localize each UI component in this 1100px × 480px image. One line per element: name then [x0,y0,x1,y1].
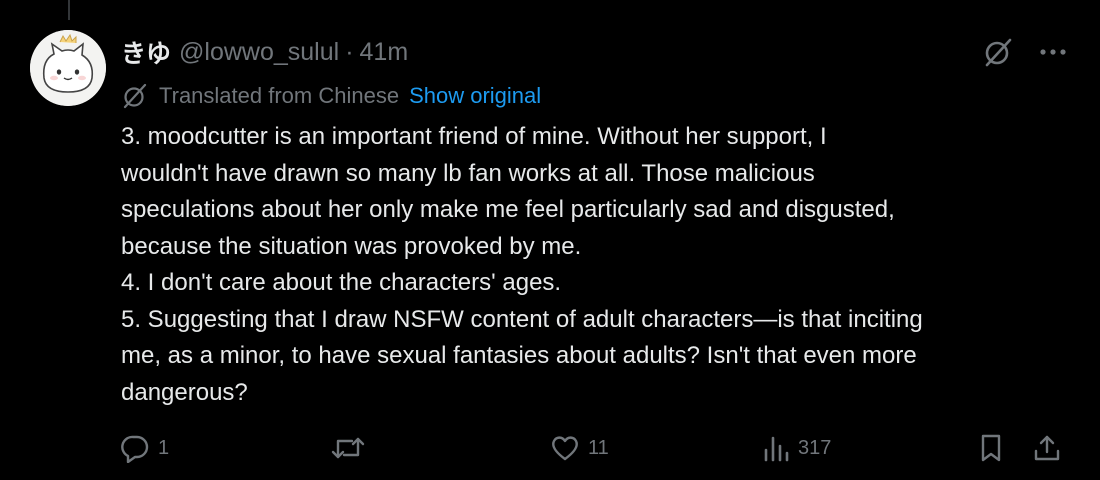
views-button[interactable]: 317 [762,428,831,468]
timestamp[interactable]: 41m [360,38,409,67]
reply-button[interactable]: 1 [120,428,169,468]
tweet-text-line: dangerous? [121,378,248,406]
heart-icon [550,434,580,462]
more-icon[interactable] [1040,48,1066,56]
tweet-text-line: because the situation was provoked by me… [121,232,582,260]
share-button[interactable] [1032,428,1062,468]
show-original-link[interactable]: Show original [409,83,541,109]
tweet-text-line: 5. Suggesting that I draw NSFW content o… [121,305,923,333]
bookmark-icon [978,433,1004,463]
user-handle[interactable]: @lowwo_sulul [179,38,339,67]
tweet-text-line: 4. I don't care about the characters' ag… [121,269,562,296]
bookmark-button[interactable] [978,428,1004,468]
reply-count: 1 [158,436,170,459]
tweet-top-actions [982,36,1066,68]
display-name[interactable]: きゆ [121,34,171,70]
tweet-text-line: 3. moodcutter is an important friend of … [121,123,827,150]
tweet-header: きゆ @lowwo_sulul · 41m [121,34,409,70]
translate-icon [121,82,149,110]
tweet-text-line: wouldn't have drawn so many lb fan works… [121,159,815,187]
translated-label: Translated from Chinese [159,83,400,108]
translation-notice: Translated from Chinese Show original [121,82,541,110]
reply-icon [120,433,150,463]
thread-connector-line [68,0,70,20]
tweet-text: 3. moodcutter is an important friend of … [121,119,1071,411]
tweet-text-line: me, as a minor, to have sexual fantasies… [121,342,917,369]
like-count: 11 [588,436,609,459]
share-icon [1032,433,1062,463]
separator-dot: · [345,37,354,66]
avatar[interactable] [30,30,106,106]
tweet-text-line: speculations about her only make me feel… [121,196,895,223]
like-button[interactable]: 11 [550,428,609,468]
view-count: 317 [798,436,832,459]
retweet-icon [330,433,366,463]
views-icon [762,434,790,462]
grok-icon[interactable] [982,36,1014,68]
tweet-action-bar: 1 11 317 [0,428,1100,468]
retweet-button[interactable] [330,428,374,468]
